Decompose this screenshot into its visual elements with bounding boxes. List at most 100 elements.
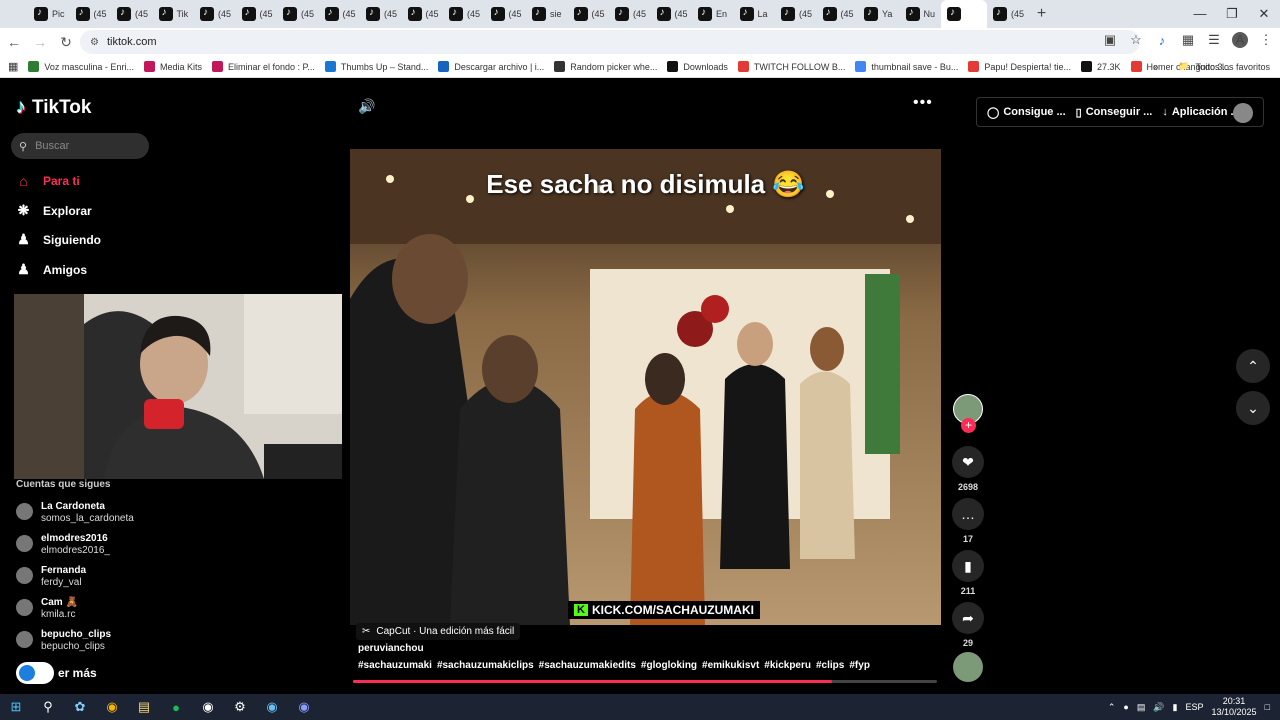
volume-icon[interactable]: 🔊 bbox=[358, 98, 375, 115]
hashtag-link[interactable]: #glogloking bbox=[641, 660, 697, 671]
follow-plus-icon[interactable]: + bbox=[961, 418, 976, 433]
bookmark-item[interactable]: Downloads bbox=[667, 61, 728, 72]
followed-account[interactable]: elmodres2016 elmodres2016_ bbox=[16, 533, 110, 557]
browser-tab[interactable]: (45 bbox=[775, 0, 817, 28]
search-input[interactable]: ⚲ Buscar bbox=[11, 133, 149, 159]
previous-video-button[interactable]: ⌃ bbox=[1236, 349, 1270, 383]
battery-icon[interactable]: ▮ bbox=[1173, 702, 1178, 713]
all-bookmarks-link[interactable]: Todos los favoritos bbox=[1195, 62, 1270, 72]
clock[interactable]: 20:31 13/10/2025 bbox=[1212, 696, 1257, 718]
tiktok-logo[interactable]: ♪ TikTok bbox=[16, 96, 91, 119]
windows-start-icon[interactable]: ⊞ bbox=[0, 699, 32, 715]
browser-tab[interactable]: sie bbox=[526, 0, 568, 28]
nav-friends[interactable]: ♟ Amigos bbox=[16, 261, 87, 278]
address-bar[interactable]: ⚙ tiktok.com bbox=[80, 30, 1140, 54]
hashtag-link[interactable]: #kickperu bbox=[764, 660, 811, 671]
desktop-app-button[interactable]: ↓ Aplicación ... bbox=[1162, 106, 1239, 118]
followed-account[interactable]: bepucho_clips bepucho_clips bbox=[16, 629, 111, 653]
more-bookmarks-icon[interactable]: » bbox=[1153, 62, 1158, 72]
comment-button[interactable]: … 17 bbox=[952, 498, 984, 544]
tray-chevron-icon[interactable]: ⌃ bbox=[1108, 702, 1116, 713]
steam-icon[interactable]: ◉ bbox=[256, 699, 288, 715]
bookmark-star-icon[interactable]: ☆ bbox=[1128, 32, 1144, 48]
minimize-button[interactable]: — bbox=[1184, 0, 1216, 28]
sound-disc[interactable] bbox=[952, 652, 984, 682]
volume-tray-icon[interactable]: 🔊 bbox=[1153, 702, 1164, 713]
next-video-button[interactable]: ⌄ bbox=[1236, 391, 1270, 425]
browser-tab[interactable]: (45 bbox=[402, 0, 444, 28]
forward-icon[interactable]: → bbox=[28, 34, 52, 50]
browser-tab[interactable]: En bbox=[692, 0, 734, 28]
browser-tab[interactable]: (45 bbox=[111, 0, 153, 28]
browser-tab[interactable] bbox=[941, 0, 987, 28]
like-button[interactable]: ❤ 2698 bbox=[952, 446, 984, 492]
browser-tab[interactable]: (45 bbox=[651, 0, 693, 28]
bookmark-item[interactable]: Voz masculina - Enri... bbox=[28, 61, 134, 72]
hashtag-link[interactable]: #fyp bbox=[849, 660, 870, 671]
chrome-icon[interactable]: ◉ bbox=[96, 699, 128, 715]
maximize-button[interactable]: ❐ bbox=[1216, 0, 1248, 28]
spotify-icon[interactable]: ● bbox=[160, 700, 192, 715]
browser-tab[interactable]: (45 bbox=[568, 0, 610, 28]
network-icon[interactable]: ▤ bbox=[1137, 702, 1146, 713]
browser-tab[interactable]: (45 bbox=[236, 0, 278, 28]
browser-tab[interactable]: (45 bbox=[609, 0, 651, 28]
back-icon[interactable]: ← bbox=[2, 34, 26, 50]
browser-tab[interactable]: (45 bbox=[277, 0, 319, 28]
profile-avatar[interactable]: A bbox=[1232, 32, 1248, 48]
video-player[interactable]: Ese sacha no disimula 😂 K KICK.COM/SACHA… bbox=[350, 149, 941, 625]
overlay-toggle[interactable] bbox=[16, 662, 54, 684]
notifications-icon[interactable]: □ bbox=[1265, 702, 1270, 712]
browser-tab[interactable]: (45 bbox=[194, 0, 236, 28]
hashtag-link[interactable]: #sachauzumakiedits bbox=[539, 660, 636, 671]
site-info-icon[interactable]: ⚙ bbox=[90, 37, 99, 48]
new-tab-button[interactable]: + bbox=[1029, 5, 1055, 23]
share-button[interactable]: ➦ 29 bbox=[952, 602, 984, 648]
browser-tab[interactable]: La bbox=[734, 0, 776, 28]
browser-tab[interactable]: (45 bbox=[360, 0, 402, 28]
video-author[interactable]: peruvianchou bbox=[358, 643, 424, 654]
capcut-badge[interactable]: ✂ CapCut · Una edición más fácil bbox=[356, 623, 521, 640]
followed-account[interactable]: La Cardoneta somos_la_cardoneta bbox=[16, 501, 134, 525]
tab-search-icon[interactable]: ☰ bbox=[1206, 32, 1222, 48]
browser-tab[interactable]: (45 bbox=[817, 0, 859, 28]
language-indicator[interactable]: ESP bbox=[1186, 702, 1204, 712]
bookmark-item[interactable]: Random picker whe... bbox=[554, 61, 657, 72]
browser-tab[interactable]: (45 bbox=[485, 0, 527, 28]
browser-tab[interactable]: Ya bbox=[858, 0, 900, 28]
media-icon[interactable]: ♪ bbox=[1154, 33, 1170, 48]
browser-tab[interactable]: (45 bbox=[987, 0, 1029, 28]
browser-tab[interactable]: Nu bbox=[900, 0, 942, 28]
save-button[interactable]: ▮ 211 bbox=[952, 550, 984, 596]
bookmark-item[interactable]: TWITCH FOLLOW B... bbox=[737, 61, 845, 72]
hashtag-link[interactable]: #emikukisvt bbox=[702, 660, 759, 671]
browser-tab[interactable]: Pic bbox=[28, 0, 70, 28]
nav-for-you[interactable]: ⌂ Para ti bbox=[16, 173, 79, 189]
discord-icon[interactable]: ◉ bbox=[288, 699, 320, 715]
hashtag-link[interactable]: #sachauzumakiclips bbox=[437, 660, 534, 671]
browser-tab[interactable]: (45 bbox=[443, 0, 485, 28]
search-icon[interactable]: ⚲ bbox=[32, 699, 64, 715]
bookmark-item[interactable]: Thumbs Up – Stand... bbox=[324, 61, 428, 72]
install-icon[interactable]: ▣ bbox=[1102, 32, 1118, 48]
get-app-button[interactable]: ▯ Conseguir ... bbox=[1076, 106, 1153, 119]
bookmark-item[interactable]: Papu! Despierta! tie... bbox=[968, 61, 1071, 72]
hashtag-link[interactable]: #sachauzumaki bbox=[358, 660, 432, 671]
copilot-icon[interactable]: ✿ bbox=[64, 699, 96, 715]
microphone-icon[interactable]: ● bbox=[1123, 702, 1128, 712]
followed-account[interactable]: Cam 🧸 kmila.rc bbox=[16, 597, 78, 621]
bookmark-item[interactable]: Media Kits bbox=[143, 61, 202, 72]
settings-icon[interactable]: ⚙ bbox=[224, 699, 256, 715]
extensions-icon[interactable]: ▦ bbox=[1180, 32, 1196, 48]
bookmark-item[interactable]: thumbnail save - Bu... bbox=[855, 61, 958, 72]
menu-icon[interactable]: ⋮ bbox=[1258, 32, 1274, 48]
bookmark-item[interactable]: Descargar archivo | i... bbox=[438, 61, 544, 72]
see-more-link[interactable]: er más bbox=[16, 662, 97, 684]
get-coins-button[interactable]: ◯ Consigue ... bbox=[987, 106, 1066, 119]
close-window-button[interactable]: ✕ bbox=[1248, 0, 1280, 28]
apps-icon[interactable]: ▦ bbox=[8, 60, 18, 73]
followed-account[interactable]: Fernanda ferdy_val bbox=[16, 565, 86, 589]
browser-tab[interactable]: Tik bbox=[153, 0, 195, 28]
video-progress-bar[interactable] bbox=[353, 680, 937, 683]
user-avatar[interactable] bbox=[1233, 103, 1253, 123]
